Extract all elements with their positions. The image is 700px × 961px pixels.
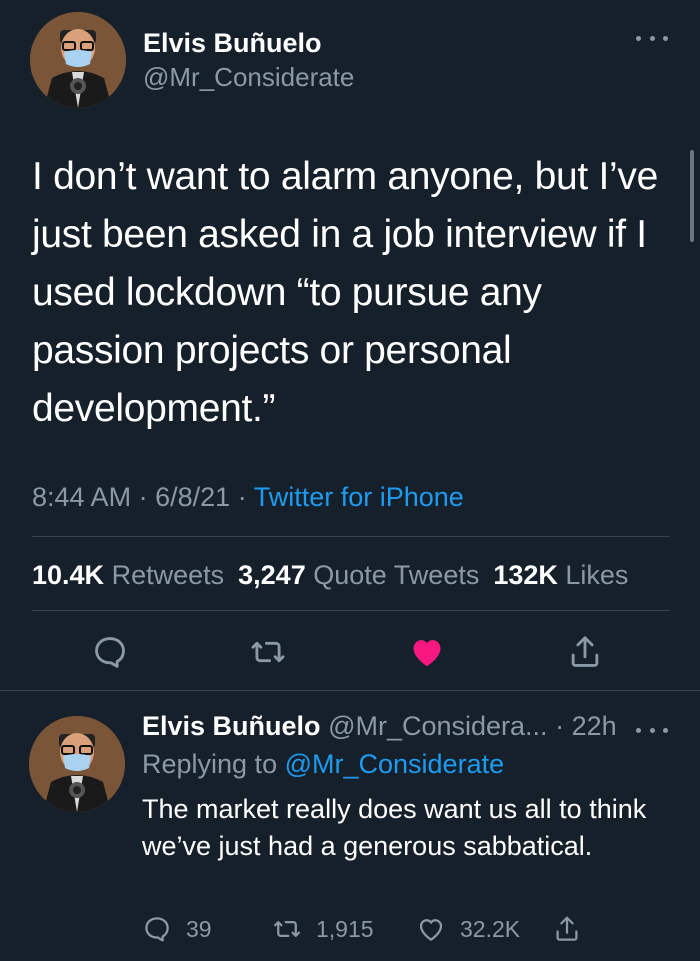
tweet-date[interactable]: 6/8/21	[155, 482, 230, 512]
avatar[interactable]	[30, 12, 126, 108]
retweets-stat[interactable]: 10.4K Retweets	[32, 560, 224, 590]
share-icon	[556, 916, 578, 941]
handle[interactable]: @Mr_Considerate	[143, 60, 354, 94]
retweets-label: Retweets	[111, 560, 225, 590]
reply-tweet[interactable]: Elvis Buñuelo @Mr_Considera... · 22h Rep…	[0, 691, 700, 961]
likes-stat[interactable]: 132K Likes	[493, 560, 628, 590]
like-count: 32.2K	[460, 915, 521, 942]
handle[interactable]: @Mr_Considera...	[328, 711, 547, 741]
avatar[interactable]	[29, 716, 125, 812]
divider	[32, 536, 670, 537]
author-block: Elvis Buñuelo @Mr_Considerate	[143, 26, 354, 94]
retweet-icon	[274, 921, 300, 937]
quotes-stat[interactable]: 3,247 Quote Tweets	[238, 560, 479, 590]
likes-count: 132K	[493, 560, 558, 590]
reply-header: Elvis Buñuelo @Mr_Considera... · 22h	[142, 707, 617, 745]
avatar-image	[30, 12, 126, 108]
tweet-stats: 10.4K Retweets 3,247 Quote Tweets 132K Lik…	[32, 556, 628, 594]
likes-label: Likes	[565, 560, 629, 590]
speech-bubble-icon	[95, 637, 125, 668]
main-tweet: Elvis Buñuelo @Mr_Considerate I don’t wa…	[0, 0, 700, 690]
mention-link[interactable]: @Mr_Considerate	[285, 749, 505, 779]
tweet-source-link[interactable]: Twitter for iPhone	[254, 482, 464, 512]
avatar-image	[29, 716, 125, 812]
replying-to: Replying to @Mr_Considerate	[142, 745, 504, 783]
reply-text: The market really does want us all to th…	[142, 794, 647, 861]
meta-separator: ·	[237, 482, 247, 512]
like-button[interactable]: 32.2K	[416, 909, 520, 949]
action-bar	[0, 626, 700, 678]
meta-separator: ·	[555, 711, 565, 741]
more-icon[interactable]	[636, 720, 668, 740]
tweet-time[interactable]: 8:44 AM	[32, 482, 131, 512]
speech-bubble-icon	[145, 917, 169, 942]
retweet-button[interactable]	[246, 630, 290, 674]
heart-outline-icon	[419, 919, 443, 941]
reply-action-bar: 39 1,915 32.2K	[142, 909, 682, 949]
share-button[interactable]	[563, 630, 607, 674]
tweet-meta: 8:44 AM · 6/8/21 · Twitter for iPhone	[32, 478, 464, 516]
retweet-icon	[251, 641, 285, 663]
share-icon	[571, 636, 599, 667]
share-button[interactable]	[552, 909, 596, 949]
reply-count: 39	[186, 915, 212, 942]
meta-separator: ·	[138, 482, 148, 512]
replying-prefix: Replying to	[142, 749, 278, 779]
like-button[interactable]	[405, 630, 449, 674]
tweet-age[interactable]: 22h	[572, 711, 617, 741]
display-name[interactable]: Elvis Buñuelo	[143, 26, 354, 60]
retweet-button[interactable]: 1,915	[272, 909, 374, 949]
quotes-label: Quote Tweets	[313, 560, 480, 590]
tweet-text: I don’t want to alarm anyone, but I’ve j…	[32, 155, 658, 430]
retweet-count: 1,915	[316, 915, 374, 942]
reply-button[interactable]	[88, 630, 132, 674]
quotes-count: 3,247	[238, 560, 306, 590]
more-icon[interactable]	[636, 28, 668, 48]
heart-filled-icon	[413, 640, 441, 667]
retweets-count: 10.4K	[32, 560, 105, 590]
display-name[interactable]: Elvis Buñuelo	[142, 711, 321, 741]
divider	[32, 610, 670, 611]
reply-button[interactable]: 39	[142, 909, 212, 949]
